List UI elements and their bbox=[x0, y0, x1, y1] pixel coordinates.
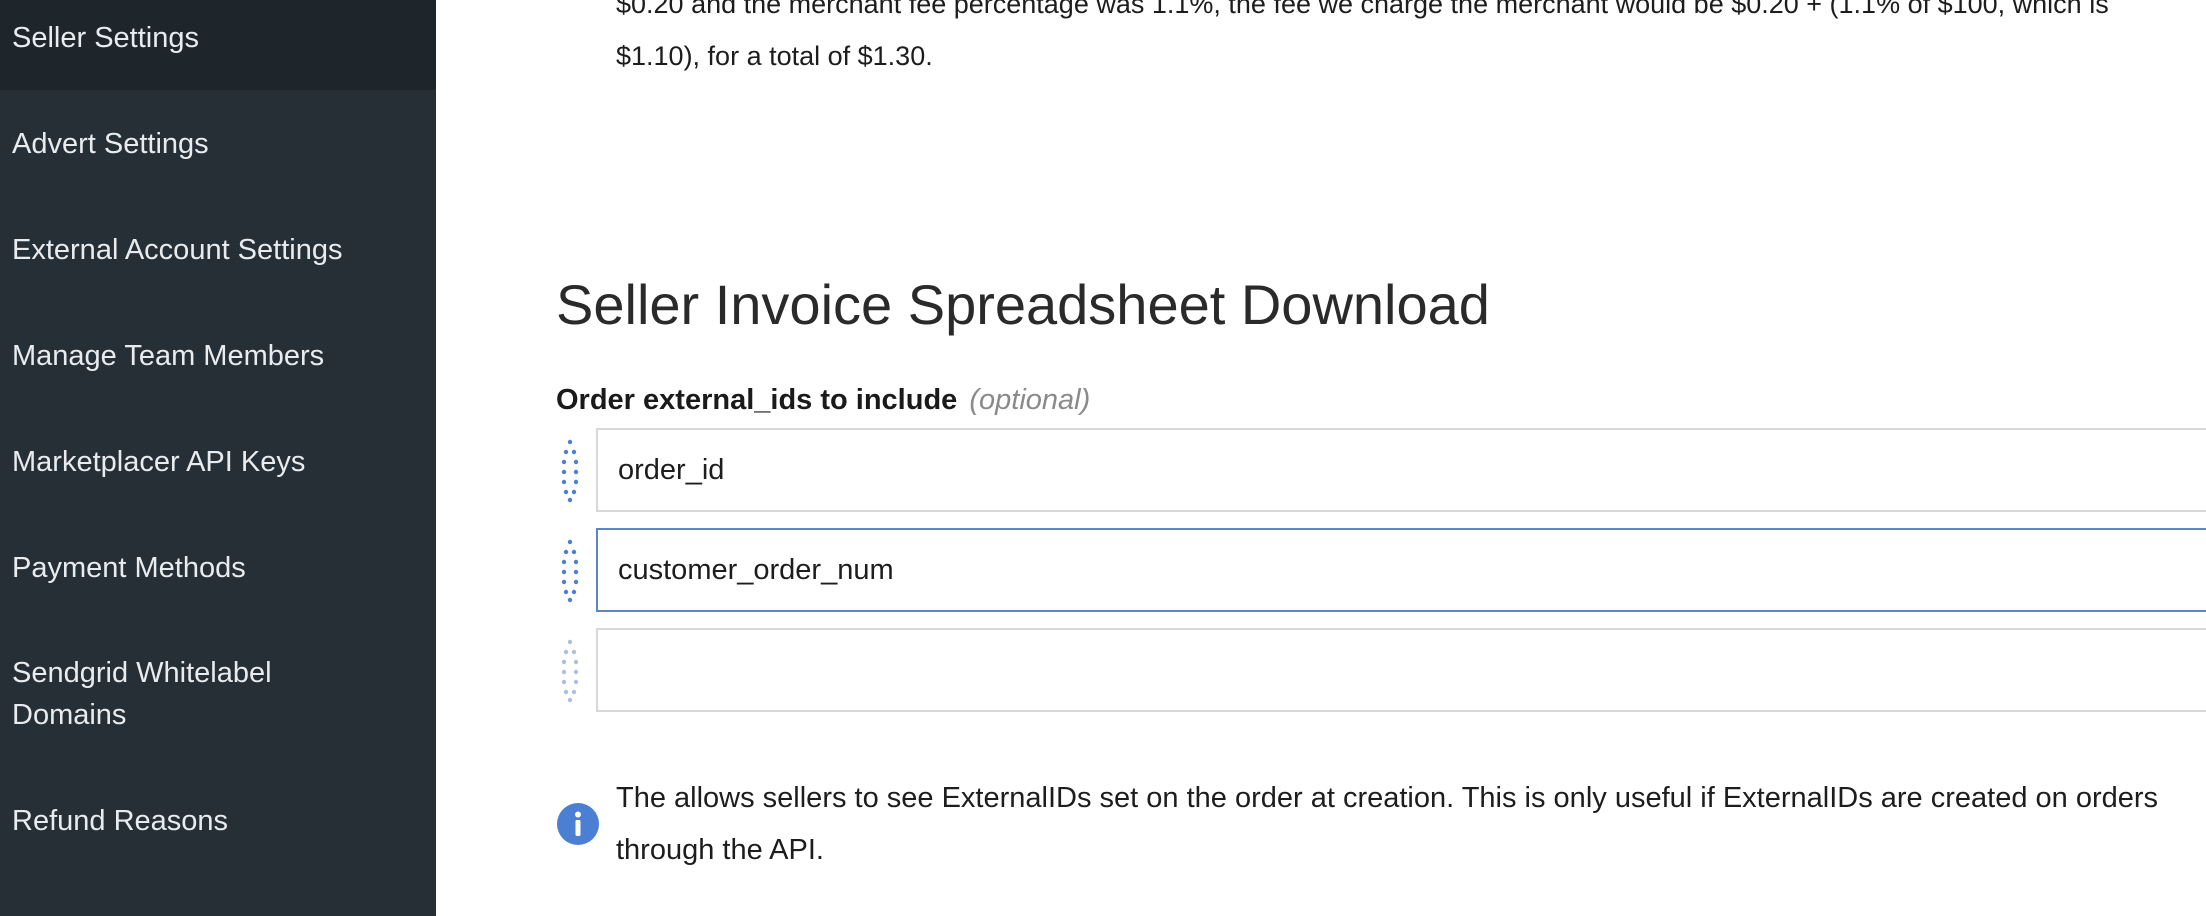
fee-description-line: $0.20 and the merchant fee percentage wa… bbox=[616, 0, 2109, 19]
drag-handle-icon[interactable] bbox=[556, 528, 590, 612]
info-text-line: through the API. bbox=[616, 834, 824, 866]
sidebar-item-sendgrid-whitelabel-domains[interactable]: Sendgrid Whitelabel Domains bbox=[0, 648, 436, 748]
sidebar-item-seller-settings[interactable]: Seller Settings bbox=[0, 0, 436, 90]
info-text-line: The allows sellers to see ExternalIDs se… bbox=[616, 782, 2159, 814]
app-window: Seller Settings Advert Settings External… bbox=[0, 0, 2206, 916]
sidebar-item-label: Marketplacer API Keys bbox=[12, 446, 306, 478]
main-content: $0.20 and the merchant fee percentage wa… bbox=[436, 0, 2206, 916]
sidebar-item-external-account-settings[interactable]: External Account Settings bbox=[0, 214, 436, 286]
field-label-text: Order external_ids to include bbox=[556, 384, 958, 416]
info-text: The allows sellers to see ExternalIDs se… bbox=[616, 772, 2159, 876]
sidebar-item-label: Domains bbox=[12, 699, 127, 731]
external-id-input[interactable] bbox=[596, 628, 2206, 712]
section-title: Seller Invoice Spreadsheet Download bbox=[556, 273, 1490, 336]
external-id-row bbox=[556, 628, 2206, 712]
external-id-row bbox=[556, 528, 2206, 612]
sidebar-item-label: Seller Settings bbox=[12, 22, 199, 54]
sidebar-item-advert-settings[interactable]: Advert Settings bbox=[0, 108, 436, 180]
sidebar-item-label: Sendgrid Whitelabel bbox=[12, 657, 272, 689]
sidebar-item-label: Payment Methods bbox=[12, 552, 246, 584]
drag-handle-icon[interactable] bbox=[556, 428, 590, 512]
sidebar-item-label: Advert Settings bbox=[12, 128, 209, 160]
fee-description-line: $1.10), for a total of $1.30. bbox=[616, 41, 933, 71]
field-optional-hint: (optional) bbox=[969, 384, 1091, 416]
sidebar-item-label: External Account Settings bbox=[12, 234, 343, 266]
sidebar-item-label: Manage Team Members bbox=[12, 340, 325, 372]
info-icon bbox=[556, 802, 600, 846]
info-note: The allows sellers to see ExternalIDs se… bbox=[556, 772, 2206, 882]
sidebar-item-label: Refund Reasons bbox=[12, 805, 229, 837]
sidebar-item-marketplacer-api-keys[interactable]: Marketplacer API Keys bbox=[0, 426, 436, 498]
external-id-input[interactable] bbox=[596, 528, 2206, 612]
external-id-input[interactable] bbox=[596, 428, 2206, 512]
field-label: Order external_ids to include (optional) bbox=[556, 380, 1090, 420]
sidebar-item-manage-team-members[interactable]: Manage Team Members bbox=[0, 320, 436, 392]
sidebar: Seller Settings Advert Settings External… bbox=[0, 0, 436, 916]
sidebar-item-refund-reasons[interactable]: Refund Reasons bbox=[0, 800, 436, 872]
drag-handle-icon[interactable] bbox=[556, 628, 590, 712]
fee-description-text: $0.20 and the merchant fee percentage wa… bbox=[616, 0, 2206, 82]
sidebar-item-payment-methods[interactable]: Payment Methods bbox=[0, 532, 436, 604]
external-id-row bbox=[556, 428, 2206, 512]
